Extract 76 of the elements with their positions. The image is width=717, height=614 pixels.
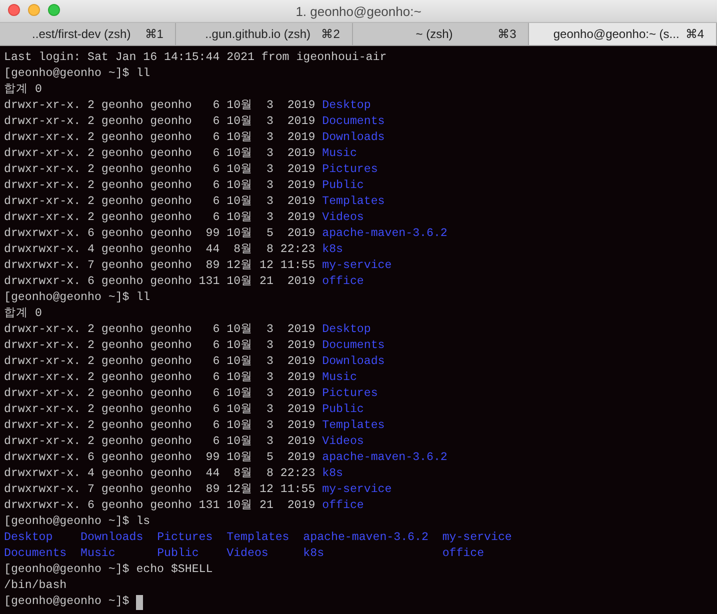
file-info: drwxr-xr-x. 2 geonho geonho 6 10월 3 2019 (4, 98, 316, 114)
directory-name: apache-maven-3.6.2 (322, 226, 448, 242)
directory-name: Templates (226, 530, 290, 546)
file-info: drwxr-xr-x. 2 geonho geonho 6 10월 3 2019 (4, 162, 316, 178)
directory-name: my-service (322, 482, 392, 498)
terminal-text: [geonho@geonho ~]$ ll (4, 290, 150, 306)
directory-name: k8s (322, 466, 343, 482)
file-info: drwxr-xr-x. 2 geonho geonho 6 10월 3 2019 (4, 338, 316, 354)
directory-name: Desktop (322, 98, 371, 114)
file-info: drwxr-xr-x. 2 geonho geonho 6 10월 3 2019 (4, 418, 316, 434)
close-button[interactable] (8, 4, 20, 16)
file-info: drwxr-xr-x. 2 geonho geonho 6 10월 3 2019 (4, 354, 316, 370)
file-info: drwxrwxr-x. 7 geonho geonho 89 12월 12 11:55 (4, 258, 316, 274)
directory-name: office (442, 546, 486, 562)
file-info: drwxrwxr-x. 6 geonho geonho 99 10월 5 2019 (4, 450, 316, 466)
file-info: drwxr-xr-x. 2 geonho geonho 6 10월 3 2019 (4, 434, 316, 450)
directory-name: k8s (303, 546, 326, 562)
directory-name: Public (322, 178, 364, 194)
terminal-text: 합계 0 (4, 82, 42, 98)
directory-name: Music (322, 370, 357, 386)
directory-name: Templates (322, 418, 385, 434)
file-info: drwxr-xr-x. 2 geonho geonho 6 10월 3 2019 (4, 210, 316, 226)
file-info: drwxr-xr-x. 2 geonho geonho 6 10월 3 2019 (4, 178, 316, 194)
file-info: drwxr-xr-x. 2 geonho geonho 6 10월 3 2019 (4, 114, 316, 130)
file-info: drwxr-xr-x. 2 geonho geonho 6 10월 3 2019 (4, 386, 316, 402)
directory-name: k8s (322, 242, 343, 258)
file-info: drwxrwxr-x. 7 geonho geonho 89 12월 12 11:55 (4, 482, 316, 498)
directory-name: Desktop (4, 530, 54, 546)
directory-name: Public (322, 402, 364, 418)
directory-name: Music (80, 546, 116, 562)
directory-name: Downloads (80, 530, 144, 546)
directory-name: Pictures (157, 530, 213, 546)
file-info: drwxr-xr-x. 2 geonho geonho 6 10월 3 2019 (4, 370, 316, 386)
file-info: drwxrwxr-x. 6 geonho geonho 99 10월 5 2019 (4, 226, 316, 242)
directory-name: my-service (322, 258, 392, 274)
directory-name: apache-maven-3.6.2 (322, 450, 448, 466)
directory-name: Videos (226, 546, 270, 562)
file-info: drwxrwxr-x. 4 geonho geonho 44 8월 8 22:23 (4, 242, 316, 258)
file-info: drwxrwxr-x. 6 geonho geonho 131 10월 21 2019 (4, 498, 316, 514)
directory-name: Videos (322, 434, 364, 450)
directory-name: office (322, 274, 364, 290)
tab[interactable]: geonho@geonho:~ (s... ⌘4 (529, 23, 717, 45)
directory-name: office (322, 498, 364, 514)
directory-name: Desktop (322, 322, 371, 338)
file-info: drwxrwxr-x. 4 geonho geonho 44 8월 8 22:23 (4, 466, 316, 482)
directory-name: Documents (4, 546, 67, 562)
file-info: drwxr-xr-x. 2 geonho geonho 6 10월 3 2019 (4, 130, 316, 146)
terminal-text: Last login: Sat Jan 16 14:15:44 2021 from igeonhoui-air (4, 50, 387, 66)
directory-name: Music (322, 146, 357, 162)
directory-name: my-service (442, 530, 512, 546)
terminal-text: [geonho@geonho ~]$ (4, 594, 130, 610)
file-info: drwxr-xr-x. 2 geonho geonho 6 10월 3 2019 (4, 322, 316, 338)
tab[interactable]: ..est/first-dev (zsh) ⌘1 (0, 23, 176, 45)
directory-name: Templates (322, 194, 385, 210)
file-info: drwxr-xr-x. 2 geonho geonho 6 10월 3 2019 (4, 194, 316, 210)
directory-name: Pictures (322, 162, 378, 178)
terminal-text: [geonho@geonho ~]$ ll (4, 66, 150, 82)
terminal-text: [geonho@geonho ~]$ ls (4, 514, 150, 530)
tab[interactable]: ..gun.github.io (zsh) ⌘2 (176, 23, 353, 45)
terminal-text: 합계 0 (4, 306, 42, 322)
terminal-text: [geonho@geonho ~]$ echo $SHELL (4, 562, 213, 578)
file-info: drwxr-xr-x. 2 geonho geonho 6 10월 3 2019 (4, 146, 316, 162)
file-info: drwxrwxr-x. 6 geonho geonho 131 10월 21 2019 (4, 274, 316, 290)
directory-name: apache-maven-3.6.2 (303, 530, 428, 546)
zoom-button[interactable] (48, 4, 60, 16)
window-title: 1. geonho@geonho:~ (296, 4, 422, 18)
terminal-text: /bin/bash (4, 578, 67, 594)
directory-name: Downloads (322, 354, 385, 370)
directory-name: Videos (322, 210, 364, 226)
file-info: drwxr-xr-x. 2 geonho geonho 6 10월 3 2019 (4, 402, 316, 418)
directory-name: Public (157, 546, 200, 562)
directory-name: Downloads (322, 130, 385, 146)
directory-name: Documents (322, 114, 385, 130)
directory-name: Documents (322, 338, 385, 354)
directory-name: Pictures (322, 386, 378, 402)
minimize-button[interactable] (28, 4, 40, 16)
